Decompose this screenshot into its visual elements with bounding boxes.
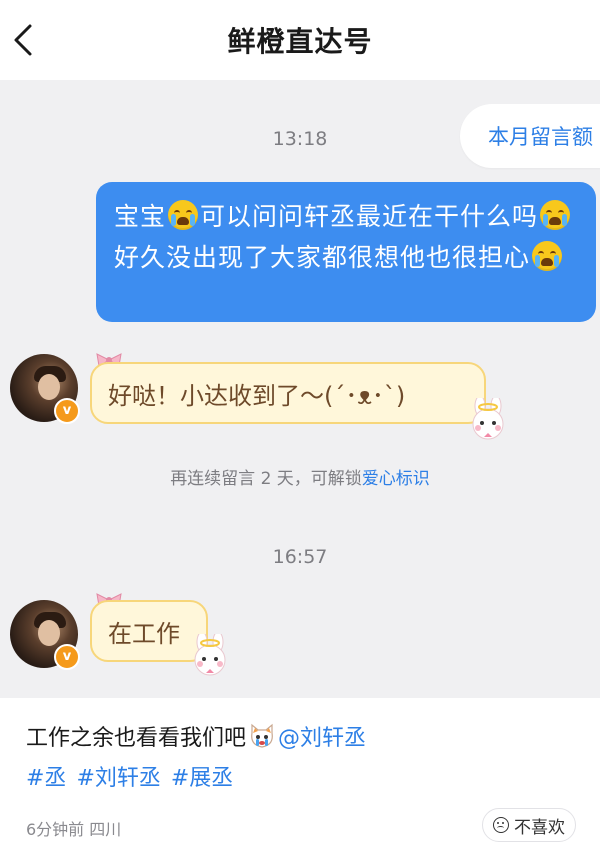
dislike-label: 不喜欢: [514, 817, 565, 838]
streak-hint: 再连续留言 2 天，可解锁爱心标识: [0, 464, 600, 489]
timestamp: 13:18: [272, 128, 328, 150]
incoming-message[interactable]: 好哒！小达收到了～(´･ᴥ･`): [90, 362, 486, 424]
dislike-button[interactable]: 不喜欢: [482, 808, 576, 842]
verified-badge-icon: v: [54, 644, 80, 670]
outgoing-message[interactable]: 宝宝 可以问问轩丞最近在干什么吗好久没出现了大家都很想他也很担心: [96, 182, 596, 322]
message-text: 好哒！小达收到了～(´･ᴥ･`): [108, 381, 406, 410]
smile-icon: [493, 817, 509, 833]
hashtag[interactable]: #丞: [26, 766, 66, 791]
avatar[interactable]: v: [10, 354, 80, 424]
message-text: 宝宝: [114, 202, 167, 231]
timestamp: 16:57: [272, 546, 328, 568]
chat-area[interactable]: 本月留言额 13:18 宝宝 可以问问轩丞最近在干什么吗 好久没出现了大家都很想他也…: [0, 80, 600, 698]
message-text: 在工作: [108, 619, 180, 648]
post-meta: 6分钟前 四川: [26, 820, 122, 839]
heart-badge-link[interactable]: 爱心标识: [362, 469, 430, 489]
hashtag-list: #丞 #刘轩丞 #展丞: [26, 760, 243, 792]
bunny-sticker-icon: [472, 398, 504, 440]
crying-face-icon: [540, 200, 571, 230]
post-footer: 工作之余也看看我们吧 @刘轩丞 #丞 #刘轩丞 #展丞 6分钟前 四川 不喜欢: [0, 698, 600, 856]
back-button[interactable]: [6, 20, 46, 60]
crying-face-icon: [168, 200, 199, 230]
chevron-left-icon: [14, 24, 32, 56]
post-body: 工作之余也看看我们吧: [26, 726, 247, 751]
avatar[interactable]: v: [10, 600, 80, 670]
streak-hint-text: 再连续留言 2 天，可解锁: [170, 469, 362, 489]
message-text: 可以问问轩丞最近在干什么吗: [200, 202, 539, 231]
mention-link[interactable]: @刘轩丞: [278, 720, 366, 752]
hashtag[interactable]: #展丞: [171, 766, 233, 791]
top-bar: 鲜橙直达号: [0, 0, 600, 80]
hashtag[interactable]: #刘轩丞: [76, 766, 160, 791]
bunny-sticker-icon: [194, 634, 226, 676]
crying-face-icon: [532, 241, 563, 271]
post-text: 工作之余也看看我们吧 @刘轩丞: [26, 720, 366, 752]
verified-badge-icon: v: [54, 398, 80, 424]
page-title: 鲜橙直达号: [227, 25, 373, 58]
crying-cat-icon: [251, 723, 273, 748]
message-text: 好久没出现了大家都很想他也很担心: [114, 243, 531, 272]
